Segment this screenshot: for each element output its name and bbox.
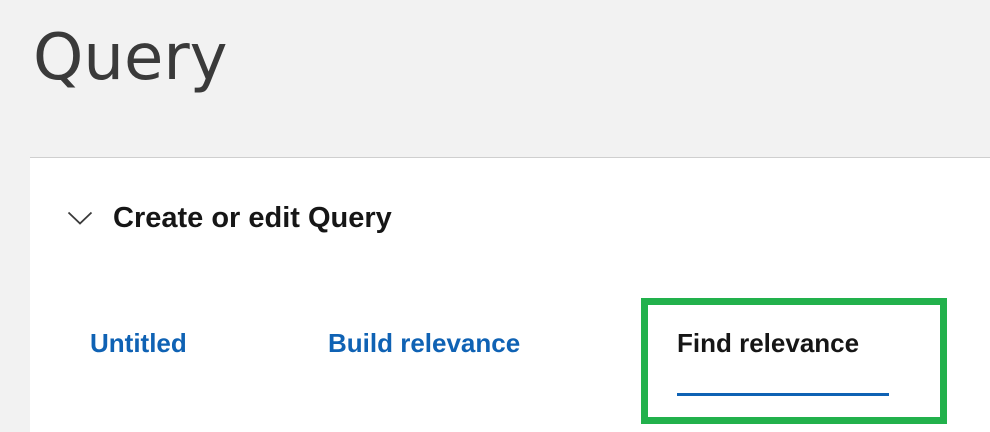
section-toggle[interactable]: Create or edit Query [65, 198, 392, 238]
tab-build-relevance[interactable]: Build relevance [328, 328, 520, 358]
page-title: Query [33, 21, 228, 95]
highlight-box [641, 298, 947, 424]
query-panel: Create or edit Query Untitled Build rele… [30, 157, 990, 432]
tab-untitled[interactable]: Untitled [90, 328, 187, 358]
section-title: Create or edit Query [113, 201, 392, 234]
chevron-down-icon [65, 208, 95, 228]
